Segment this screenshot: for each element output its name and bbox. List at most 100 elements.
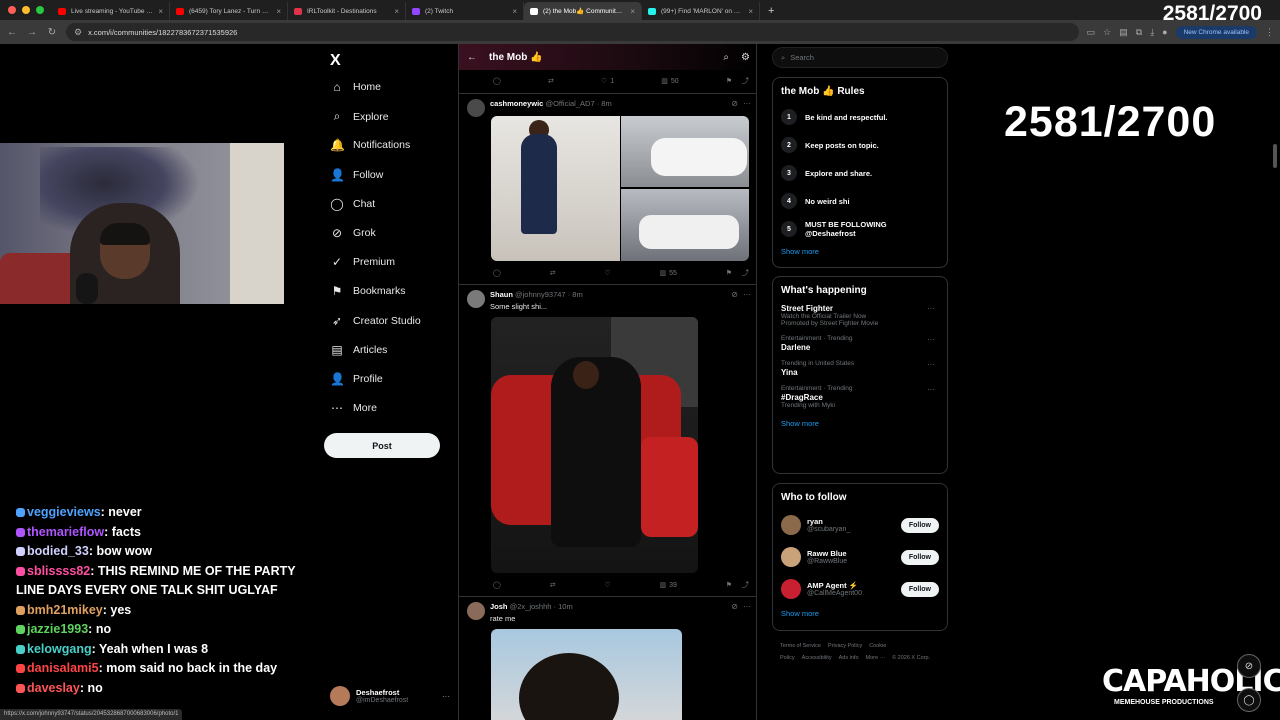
like-icon[interactable]: ♡ bbox=[604, 268, 610, 278]
follow-suggestion[interactable]: AMP Agent ⚡ @CallMeAgent00 Follow bbox=[781, 573, 939, 605]
maximize-window-button[interactable] bbox=[36, 6, 44, 14]
back-arrow-icon[interactable]: ← bbox=[467, 52, 477, 63]
more-icon[interactable]: ··· bbox=[743, 290, 751, 299]
page-scrollbar[interactable] bbox=[1273, 144, 1277, 168]
back-arrow-icon[interactable]: ← bbox=[6, 27, 18, 38]
sidepanel-icon[interactable]: ▤ bbox=[1119, 27, 1128, 38]
sidebar-item-more[interactable]: ⋯ More bbox=[330, 401, 377, 415]
install-icon[interactable]: ▭ bbox=[1087, 27, 1096, 38]
more-icon[interactable]: ··· bbox=[743, 99, 751, 108]
like-icon[interactable]: ♡ 1 bbox=[601, 76, 614, 86]
chrome-update-button[interactable]: New Chrome available bbox=[1175, 25, 1257, 39]
browser-tab[interactable]: (6459) Tory Lanez - Turn Bac × bbox=[170, 2, 288, 20]
footer-link[interactable]: Accessibility bbox=[802, 655, 832, 661]
repost-icon[interactable]: ⇄ bbox=[550, 580, 556, 590]
avatar[interactable] bbox=[781, 547, 801, 567]
follow-show-more-link[interactable]: Show more bbox=[781, 609, 939, 618]
sidebar-item-chat[interactable]: ◯ Chat bbox=[330, 197, 375, 211]
menu-kebab-icon[interactable]: ⋮ bbox=[1265, 27, 1274, 38]
sidebar-item-follow[interactable]: 👤 Follow bbox=[330, 168, 383, 182]
trend-item[interactable]: Street Fighter Watch the Official Trailer… bbox=[781, 304, 939, 327]
browser-tab[interactable]: (2) the Mob👍 Community / X × bbox=[524, 2, 642, 20]
reload-icon[interactable]: ↻ bbox=[46, 27, 58, 38]
follow-suggestion[interactable]: Raww Blue @RawwBlue Follow bbox=[781, 541, 939, 573]
sidebar-item-bookmarks[interactable]: ⚑ Bookmarks bbox=[330, 284, 406, 298]
forward-arrow-icon[interactable]: → bbox=[26, 27, 38, 38]
post-image[interactable] bbox=[491, 116, 620, 261]
sidebar-item-home[interactable]: ⌂ Home bbox=[330, 80, 381, 94]
post-author[interactable]: Josh bbox=[490, 602, 508, 611]
browser-tab[interactable]: IRLToolkit - Destinations × bbox=[288, 2, 406, 20]
post-author[interactable]: Shaun bbox=[490, 290, 513, 299]
browser-tab[interactable]: Live streaming - YouTube Stu × bbox=[52, 2, 170, 20]
avatar[interactable] bbox=[467, 602, 485, 620]
repost-icon[interactable]: ⇄ bbox=[548, 76, 554, 86]
footer-link[interactable]: © 2026 X Corp. bbox=[892, 655, 930, 661]
bookmark-star-icon[interactable]: ☆ bbox=[1103, 27, 1111, 38]
extensions-icon[interactable]: ⧉ bbox=[1136, 27, 1142, 38]
close-tab-icon[interactable]: × bbox=[276, 7, 281, 16]
avatar[interactable] bbox=[781, 515, 801, 535]
share-icon[interactable]: ⤴ bbox=[742, 76, 749, 86]
grok-icon[interactable]: ⊘ bbox=[731, 290, 738, 299]
search-icon[interactable]: ⌕ bbox=[723, 52, 729, 63]
profile-avatar-icon[interactable]: ● bbox=[1162, 27, 1167, 37]
address-bar[interactable]: ⚙ x.com/i/communities/182278367237153592… bbox=[66, 23, 1079, 41]
share-icon[interactable]: ⤴ bbox=[742, 268, 749, 278]
more-icon[interactable]: ··· bbox=[927, 360, 935, 369]
avatar[interactable] bbox=[467, 99, 485, 117]
trend-item[interactable]: Entertainment · Trending Darlene ··· bbox=[781, 335, 939, 352]
footer-link[interactable]: Privacy Policy bbox=[828, 643, 862, 649]
minimize-window-button[interactable] bbox=[22, 6, 30, 14]
post-image[interactable] bbox=[491, 317, 698, 573]
follow-button[interactable]: Follow bbox=[900, 549, 939, 565]
sidebar-item-explore[interactable]: ⌕ Explore bbox=[330, 109, 389, 124]
close-window-button[interactable] bbox=[8, 6, 16, 14]
reply-icon[interactable]: ◯ bbox=[493, 76, 501, 86]
more-icon[interactable]: ··· bbox=[743, 602, 751, 611]
sidebar-item-grok[interactable]: ⊘ Grok bbox=[330, 226, 376, 240]
views-icon[interactable]: ▥ 50 bbox=[661, 76, 678, 86]
post-button[interactable]: Post bbox=[324, 433, 440, 458]
post-image[interactable] bbox=[621, 189, 749, 261]
close-tab-icon[interactable]: × bbox=[512, 7, 517, 16]
views-icon[interactable]: ▥ 55 bbox=[660, 268, 677, 278]
more-icon[interactable]: ··· bbox=[442, 692, 450, 701]
post-image[interactable] bbox=[491, 629, 682, 720]
views-icon[interactable]: ▥ 39 bbox=[660, 580, 677, 590]
close-tab-icon[interactable]: × bbox=[158, 7, 163, 16]
avatar[interactable] bbox=[781, 579, 801, 599]
post-image[interactable] bbox=[621, 116, 749, 187]
more-icon[interactable]: ··· bbox=[927, 335, 935, 344]
chat-fab-icon[interactable]: ◯ bbox=[1237, 688, 1261, 712]
trends-show-more-link[interactable]: Show more bbox=[781, 419, 939, 428]
repost-icon[interactable]: ⇄ bbox=[550, 268, 556, 278]
bookmark-icon[interactable]: ⚑ bbox=[726, 77, 732, 85]
sidebar-item-profile[interactable]: 👤 Profile bbox=[330, 372, 383, 386]
footer-link[interactable]: Terms of Service bbox=[780, 643, 821, 649]
bookmark-icon[interactable]: ⚑ bbox=[726, 269, 732, 277]
trend-item[interactable]: Trending in United States Yina ··· bbox=[781, 360, 939, 377]
rules-show-more-link[interactable]: Show more bbox=[781, 247, 939, 256]
like-icon[interactable]: ♡ bbox=[604, 580, 610, 590]
more-icon[interactable]: ··· bbox=[927, 304, 935, 313]
new-tab-button[interactable]: + bbox=[760, 5, 782, 20]
share-icon[interactable]: ⤴ bbox=[742, 580, 749, 590]
account-switcher[interactable]: Deshaefrost @imDeshaefrost ··· bbox=[330, 686, 450, 706]
grok-icon[interactable]: ⊘ bbox=[731, 99, 738, 108]
close-tab-icon[interactable]: × bbox=[394, 7, 399, 16]
browser-tab[interactable]: (2) Twitch × bbox=[406, 2, 524, 20]
sidebar-item-premium[interactable]: ✓ Premium bbox=[330, 255, 395, 269]
grok-fab-icon[interactable]: ⊘ bbox=[1237, 654, 1261, 678]
footer-link[interactable]: Ads info bbox=[839, 655, 859, 661]
reply-icon[interactable]: ◯ bbox=[493, 268, 501, 278]
browser-tab[interactable]: (99+) Find 'MARLON' on TikTo × bbox=[642, 2, 760, 20]
trend-item[interactable]: Entertainment · Trending #DragRace Trendin… bbox=[781, 385, 939, 409]
close-tab-icon[interactable]: × bbox=[748, 7, 753, 16]
more-icon[interactable]: ··· bbox=[927, 385, 935, 394]
search-input[interactable]: ⌕ Search bbox=[772, 47, 948, 68]
reply-icon[interactable]: ◯ bbox=[493, 580, 501, 590]
close-tab-icon[interactable]: × bbox=[630, 7, 635, 16]
follow-button[interactable]: Follow bbox=[900, 517, 939, 533]
x-logo-icon[interactable]: X bbox=[330, 52, 341, 70]
